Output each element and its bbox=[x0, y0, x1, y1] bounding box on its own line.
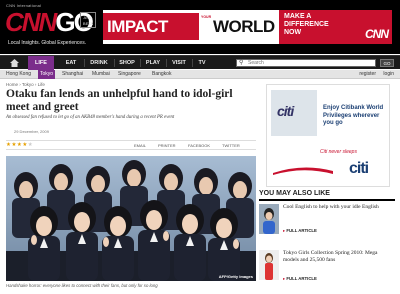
tagline: Local Insights. Global Experiences. bbox=[8, 40, 87, 46]
article-title: Otaku fan lends an unhelpful hand to ido… bbox=[6, 88, 233, 113]
twitter-button[interactable]: TWITTER bbox=[222, 141, 240, 150]
ad-impact-panel: IMPACT YOUR WORLD bbox=[103, 10, 279, 44]
related-article-item[interactable]: Cool English to help with your idle Engl… bbox=[259, 204, 395, 244]
nav-divider bbox=[166, 59, 167, 67]
city-hong-kong[interactable]: Hong Kong bbox=[6, 70, 31, 79]
email-button[interactable]: EMAIL bbox=[134, 141, 146, 150]
star-rating[interactable]: ★★★★★ bbox=[6, 142, 33, 149]
article-toolbar: ★★★★★ EMAIL PRINTER FACEBOOK TWITTER bbox=[6, 140, 256, 150]
city-mumbai[interactable]: Mumbai bbox=[92, 70, 110, 79]
ad-world-text: WORLD bbox=[213, 17, 275, 36]
city-bangkok[interactable]: Bangkok bbox=[152, 70, 171, 79]
login-link[interactable]: login bbox=[383, 70, 394, 79]
related-thumbnail[interactable] bbox=[259, 250, 279, 280]
photo-credit: AFP/Getty Images bbox=[218, 274, 253, 279]
ad-cta-panel: MAKE A DIFFERENCE NOW CNN bbox=[279, 10, 392, 44]
register-link[interactable]: register bbox=[359, 70, 376, 79]
full-article-link[interactable]: ▸ FULL ARTICLE bbox=[283, 276, 317, 282]
group-photo-image bbox=[6, 156, 256, 281]
related-article-item[interactable]: Tokyo Girls Collection Spring 2010: Mega… bbox=[259, 250, 395, 290]
nav-item-eat[interactable]: EAT bbox=[60, 56, 82, 70]
swoosh-icon bbox=[273, 167, 333, 175]
also-like-heading: YOU MAY ALSO LIKE bbox=[259, 190, 395, 201]
nav-item-shop[interactable]: SHOP bbox=[116, 56, 138, 70]
ad-citi-logo: citi bbox=[349, 160, 369, 177]
citibank-ad[interactable]: citi Enjoy Citibank World Privileges whe… bbox=[266, 84, 390, 187]
banner-ad[interactable]: IMPACT YOUR WORLD MAKE A DIFFERENCE NOW … bbox=[103, 10, 392, 44]
nav-divider bbox=[140, 59, 141, 67]
photo-caption: Handshake horror: everyone likes to conn… bbox=[6, 283, 158, 288]
main-nav: LIFE EAT DRINK SHOP PLAY VISIT TV ⚲ GO bbox=[0, 55, 400, 70]
site-header: CNN International CNNGO ASIA BETA Local … bbox=[0, 0, 400, 54]
print-button[interactable]: PRINTER bbox=[158, 141, 176, 150]
ad-impact-text: IMPACT bbox=[103, 13, 199, 40]
nav-item-play[interactable]: PLAY bbox=[142, 56, 164, 70]
logo-cnn: CNN bbox=[5, 7, 57, 37]
nav-divider bbox=[192, 59, 193, 67]
ad-citi-small-logo: citi bbox=[277, 103, 294, 119]
search-go-button[interactable]: GO bbox=[380, 59, 394, 67]
star-icon: ★ bbox=[27, 142, 34, 148]
article-date: 29 December, 2009 bbox=[14, 129, 49, 134]
ad-headline: MAKE A DIFFERENCE NOW bbox=[284, 13, 329, 36]
search-input[interactable] bbox=[246, 59, 374, 67]
city-shanghai[interactable]: Shanghai bbox=[62, 70, 83, 79]
ad-your-text: YOUR bbox=[201, 15, 212, 19]
city-bar: Hong Kong Tokyo Shanghai Mumbai Singapor… bbox=[0, 70, 400, 79]
ad-copy: Enjoy Citibank World Privileges wherever… bbox=[323, 105, 384, 126]
full-article-link[interactable]: ▸ FULL ARTICLE bbox=[283, 228, 317, 234]
nav-item-drink[interactable]: DRINK bbox=[86, 56, 112, 70]
nav-divider bbox=[114, 59, 115, 67]
nav-item-life[interactable]: LIFE bbox=[28, 56, 54, 70]
ad-slogan: Citi never sleeps bbox=[320, 149, 357, 155]
article-photo: AFP/Getty Images bbox=[6, 156, 256, 281]
search-icon: ⚲ bbox=[239, 60, 244, 66]
ad-cnn-logo: CNN bbox=[365, 27, 389, 41]
edition-badge: ASIA BETA bbox=[80, 12, 96, 28]
city-singapore[interactable]: Singapore bbox=[118, 70, 141, 79]
nav-item-tv[interactable]: TV bbox=[194, 56, 210, 70]
cnngo-logo[interactable]: CNNGO bbox=[5, 7, 94, 37]
related-title[interactable]: Cool English to help with your idle Engl… bbox=[283, 204, 393, 211]
home-icon[interactable] bbox=[6, 56, 22, 70]
nav-divider bbox=[84, 59, 85, 67]
article-subtitle: An obsessed fan refused to let go of an … bbox=[6, 115, 175, 120]
breadcrumb[interactable]: Home › Tokyo › Life bbox=[6, 82, 45, 87]
related-title[interactable]: Tokyo Girls Collection Spring 2010: Mega… bbox=[283, 250, 393, 263]
city-tokyo[interactable]: Tokyo bbox=[38, 70, 56, 79]
nav-item-visit[interactable]: VISIT bbox=[168, 56, 190, 70]
related-thumbnail[interactable] bbox=[259, 204, 279, 234]
facebook-button[interactable]: FACEBOOK bbox=[188, 141, 210, 150]
